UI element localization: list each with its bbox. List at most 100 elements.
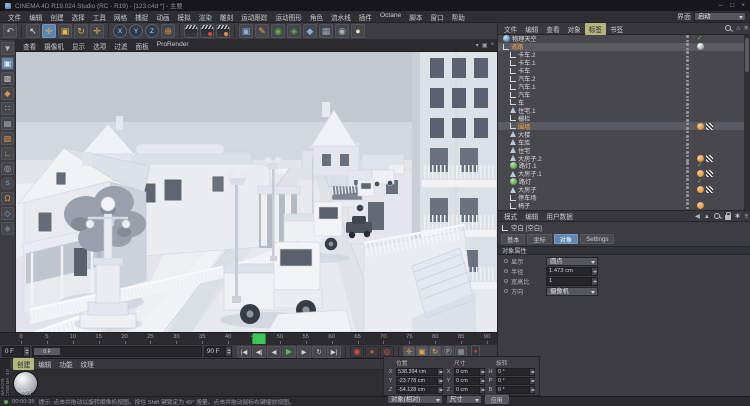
current-frame-field[interactable]: 0 F <box>2 346 30 357</box>
menu-item-14[interactable]: 流水线 <box>327 11 355 23</box>
coord-space-dropdown[interactable]: 对象(相对) <box>387 395 443 404</box>
live-selection-icon[interactable]: ↖ <box>26 24 40 38</box>
tab-对象[interactable]: 对象 <box>554 234 578 244</box>
size-mode-dropdown[interactable]: 尺寸 <box>446 395 482 404</box>
visibility-toggles[interactable] <box>683 139 693 146</box>
viewport-canvas[interactable] <box>16 52 497 332</box>
visibility-toggles[interactable] <box>683 83 693 90</box>
coordinate-system-icon[interactable]: ⊕ <box>161 24 175 38</box>
mat-tag-icon[interactable] <box>697 43 704 50</box>
visibility-toggles[interactable] <box>683 186 693 193</box>
render-picture-viewer-icon[interactable] <box>200 24 214 38</box>
visibility-toggles[interactable] <box>683 162 693 169</box>
visibility-toggles[interactable] <box>683 51 693 58</box>
menu-item-2[interactable]: 创建 <box>46 11 67 23</box>
object-manager-menu-item-1[interactable]: 编辑 <box>521 23 542 35</box>
spline-pen-icon[interactable]: ✎ <box>255 24 269 38</box>
timeline-range-slider[interactable]: 0 F <box>32 346 202 357</box>
stepper[interactable] <box>479 387 484 393</box>
object-manager-menu-item-0[interactable]: 文件 <box>500 23 521 35</box>
history-back-icon[interactable]: ◀ <box>695 213 700 220</box>
orange-tag-icon[interactable] <box>697 170 704 177</box>
方向-dropdown[interactable]: 摄像机 <box>546 287 598 296</box>
stepper[interactable] <box>529 387 534 393</box>
menu-item-13[interactable]: 角色 <box>306 11 327 23</box>
light-icon[interactable]: ● <box>351 24 365 38</box>
lock-y-axis-icon[interactable]: Y <box>129 24 143 38</box>
check-tag-icon[interactable]: ✓ <box>697 162 704 169</box>
visibility-toggles[interactable] <box>683 170 693 177</box>
viewport-maximize-icon[interactable]: ▣ <box>482 42 488 49</box>
quantize-icon[interactable]: ◆ <box>1 222 14 235</box>
range-thumb[interactable]: 0 F <box>34 348 60 355</box>
workplane-icon[interactable]: ◇ <box>1 207 14 220</box>
显示-dropdown[interactable]: 圆点 <box>546 257 598 266</box>
coord-size-field-2[interactable]: 0 cm <box>454 386 485 394</box>
poly-object-icon[interactable] <box>510 187 516 193</box>
scale-tool-icon[interactable]: ▣ <box>58 24 72 38</box>
texture-mode-icon[interactable]: ▩ <box>1 72 14 85</box>
null-object-icon[interactable] <box>503 44 509 50</box>
orange-tag-icon[interactable] <box>697 202 704 209</box>
orange-tag-icon[interactable] <box>697 155 704 162</box>
checker-tag-icon[interactable] <box>706 170 713 177</box>
null-object-icon[interactable] <box>510 92 516 98</box>
stepper[interactable] <box>437 378 442 384</box>
宽高比-field[interactable]: 1 <box>546 277 598 286</box>
visibility-toggles[interactable] <box>683 155 693 162</box>
tab-基本[interactable]: 基本 <box>501 234 525 244</box>
visibility-toggles[interactable] <box>683 147 693 154</box>
viewport-menu-item-6[interactable]: ProRender <box>153 40 193 52</box>
render-settings-icon[interactable] <box>216 24 230 38</box>
up-arrow-icon[interactable]: ▲ <box>704 213 710 220</box>
scrollbar-thumb[interactable] <box>745 38 749 72</box>
coord-position-field-0[interactable]: 538.394 cm <box>396 368 443 376</box>
visibility-toggles[interactable] <box>683 115 693 122</box>
null-object-icon[interactable] <box>510 76 516 82</box>
model-mode-icon[interactable]: ▣ <box>1 57 14 70</box>
tab-坐标[interactable]: 坐标 <box>527 234 551 244</box>
stepper[interactable] <box>529 378 534 384</box>
points-mode-icon[interactable]: ∷ <box>1 102 14 115</box>
orange-tag-icon[interactable] <box>697 123 704 130</box>
object-manager-menu-item-2[interactable]: 查看 <box>542 23 563 35</box>
viewport-close-icon[interactable]: × <box>490 42 494 49</box>
object-row[interactable]: 椅子 <box>498 202 745 210</box>
environment-icon[interactable]: ◆ <box>303 24 317 38</box>
mograph-array-icon[interactable]: ◈ <box>287 24 301 38</box>
object-manager-menu-item-5[interactable]: 书签 <box>606 23 627 35</box>
check-tag-icon[interactable]: ✓ <box>697 178 704 185</box>
menu-item-9[interactable]: 渲染 <box>195 11 216 23</box>
menu-item-17[interactable]: 脚本 <box>405 11 426 23</box>
search-icon[interactable] <box>725 25 732 32</box>
attribute-menu-item-2[interactable]: 用户数据 <box>542 210 576 222</box>
visibility-toggles[interactable] <box>683 59 693 66</box>
inst-object-icon[interactable] <box>510 162 517 169</box>
visibility-toggles[interactable] <box>683 178 693 185</box>
null-object-icon[interactable] <box>510 52 516 58</box>
enable-axis-icon[interactable]: ∟ <box>1 147 14 160</box>
menu-item-16[interactable]: Octane <box>376 11 405 23</box>
attribute-menu-item-0[interactable]: 模式 <box>500 210 521 222</box>
viewport-menu-item-3[interactable]: 选项 <box>89 40 110 52</box>
menu-item-11[interactable]: 运动跟踪 <box>237 11 271 23</box>
visibility-toggles[interactable] <box>683 202 693 209</box>
null-object-icon[interactable] <box>510 115 516 121</box>
viewport-menu-item-1[interactable]: 摄像机 <box>40 40 68 52</box>
viewport-minimize-icon[interactable]: ▾ <box>476 42 479 49</box>
object-list-scrollbar[interactable] <box>744 35 750 210</box>
keyframe-dot-icon[interactable] <box>504 289 508 293</box>
stepper[interactable] <box>437 387 442 393</box>
object-manager-menu-item-3[interactable]: 对象 <box>564 23 585 35</box>
menu-item-15[interactable]: 插件 <box>355 11 376 23</box>
object-manager-menu-item-4[interactable]: 标签 <box>585 23 606 35</box>
timeline-ruler[interactable]: 051015202530354045505560657075808590 <box>0 332 497 344</box>
search-icon[interactable] <box>714 213 721 220</box>
viewport-menu-item-5[interactable]: 面板 <box>132 40 153 52</box>
stepper[interactable] <box>437 369 442 375</box>
maximize-icon[interactable]: □ <box>730 2 734 9</box>
半径-field[interactable]: 1.473 cm <box>546 267 598 276</box>
coord-rotation-field-0[interactable]: 0 ° <box>496 368 535 376</box>
check-tag-icon[interactable]: ✓ <box>697 35 704 42</box>
record-keyframe-button[interactable]: ◉ <box>350 346 364 358</box>
